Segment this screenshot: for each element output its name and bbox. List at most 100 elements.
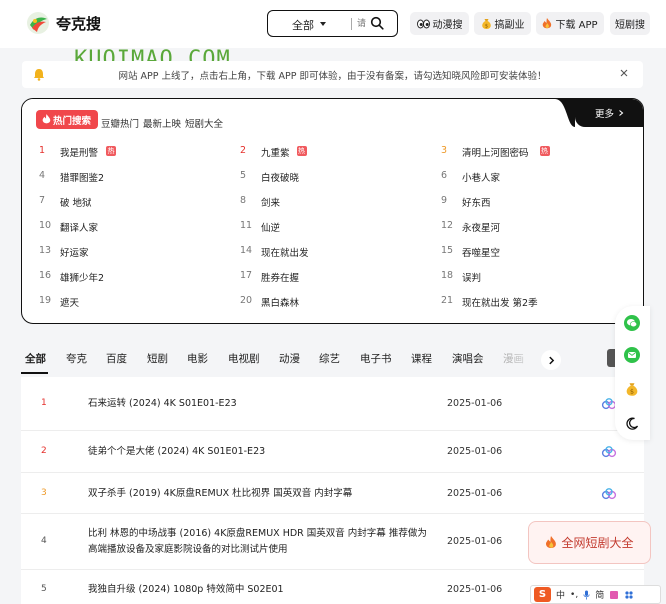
dark-mode-toggle[interactable] bbox=[623, 414, 641, 432]
tab-douban-hot[interactable]: 豆瓣热门 bbox=[101, 116, 139, 130]
result-title-link[interactable]: 我独自升级 (2024) 1080p 特效简中 S02E01 bbox=[88, 582, 428, 598]
microphone-icon[interactable] bbox=[583, 590, 590, 600]
hot-search-item[interactable]: 17 胜券在握 bbox=[240, 270, 430, 284]
short-drama-search-label: 短剧搜 bbox=[615, 20, 645, 31]
tabs-fade-overlay bbox=[504, 344, 544, 372]
cloud-drive-icon[interactable] bbox=[601, 446, 617, 458]
tabs-scroll-handle[interactable] bbox=[607, 349, 615, 367]
active-tab-indicator bbox=[21, 372, 48, 374]
ime-punctuation[interactable]: •, bbox=[570, 590, 578, 600]
promo-label: 全网短剧大全 bbox=[561, 536, 634, 550]
category-tab[interactable]: 夸克 bbox=[66, 351, 87, 366]
short-drama-promo-button[interactable]: 全网短剧大全 bbox=[528, 521, 651, 564]
result-title-link[interactable]: 比利 林恩的中场战事 (2016) 4K原盘REMUX HDR 国英双音 内封字… bbox=[88, 526, 428, 558]
tabs-scroll-next-button[interactable] bbox=[541, 350, 561, 370]
result-date: 2025-01-06 bbox=[447, 584, 503, 595]
category-tab[interactable]: 动漫 bbox=[279, 351, 300, 366]
hot-search-item[interactable]: 16 雄狮少年2 bbox=[39, 270, 229, 284]
hot-search-rank: 2 bbox=[240, 145, 247, 156]
hot-search-item[interactable]: 14 现在就出发 bbox=[240, 245, 430, 259]
close-icon[interactable] bbox=[619, 68, 629, 78]
hot-search-title: 永夜星河 bbox=[462, 223, 501, 234]
hot-search-item[interactable]: 10 翻译人家 bbox=[39, 220, 229, 234]
hot-search-item[interactable]: 20 黑白森林 bbox=[240, 295, 430, 309]
toolbox-icon[interactable] bbox=[624, 590, 634, 600]
caret-down-icon[interactable] bbox=[320, 22, 326, 26]
category-tab[interactable]: 电视剧 bbox=[228, 351, 260, 366]
result-rank: 2 bbox=[41, 446, 47, 456]
hot-search-item[interactable]: 18 误判 bbox=[441, 270, 631, 284]
result-rank: 1 bbox=[41, 398, 47, 408]
tab-latest-release[interactable]: 最新上映 bbox=[143, 116, 181, 130]
hot-search-item[interactable]: 7 破 地狱 bbox=[39, 195, 229, 209]
result-title-link[interactable]: 徒弟个个是大佬 (2024) 4K S01E01-E23 bbox=[88, 444, 428, 460]
hot-search-item[interactable]: 1 我是刑警热 bbox=[39, 145, 229, 159]
tab-short-drama[interactable]: 短剧大全 bbox=[185, 116, 223, 130]
result-date: 2025-01-06 bbox=[447, 398, 503, 409]
hot-tag-badge: 热 bbox=[106, 146, 116, 156]
hot-search-item[interactable]: 9 好东西 bbox=[441, 195, 631, 209]
short-drama-search-button[interactable]: 短剧搜 bbox=[610, 12, 650, 35]
hot-search-item[interactable]: 15 吞噬星空 bbox=[441, 245, 631, 259]
notice-bar: 网站 APP 上线了，点击右上角，下载 APP 即可体验，由于没有备案，请勾选知… bbox=[22, 61, 643, 88]
hot-search-item[interactable]: 21 现在就出发 第2季 bbox=[441, 295, 631, 309]
result-title-link[interactable]: 石来运转 (2024) 4K S01E01-E23 bbox=[88, 396, 428, 412]
category-tab[interactable]: 电影 bbox=[187, 351, 208, 366]
hot-search-item[interactable]: 2 九重紫热 bbox=[240, 145, 430, 159]
sogou-logo-icon[interactable]: S bbox=[534, 587, 551, 602]
result-row[interactable]: 3 双子杀手 (2019) 4K原盘REMUX 杜比视界 国英双音 内封字幕 202… bbox=[21, 473, 644, 514]
category-tab[interactable]: 百度 bbox=[106, 351, 127, 366]
hot-search-item[interactable]: 5 白夜破晓 bbox=[240, 170, 430, 184]
category-tab[interactable]: 全部 bbox=[25, 351, 46, 366]
message-button[interactable] bbox=[623, 346, 641, 364]
result-date: 2025-01-06 bbox=[447, 446, 503, 457]
ime-mode[interactable]: 中 bbox=[556, 588, 565, 601]
more-button-label: 更多 bbox=[594, 109, 614, 120]
money-bag-button[interactable]: $ bbox=[623, 380, 641, 398]
result-date: 2025-01-06 bbox=[447, 536, 503, 547]
hot-search-rank: 21 bbox=[441, 295, 454, 306]
result-title-link[interactable]: 双子杀手 (2019) 4K原盘REMUX 杜比视界 国英双音 内封字幕 bbox=[88, 486, 428, 502]
page: 夸克搜 全部 动漫搜 $ bbox=[0, 0, 666, 604]
hot-search-rank: 10 bbox=[39, 220, 52, 231]
result-row[interactable]: 1 石来运转 (2024) 4K S01E01-E23 2025-01-06 bbox=[21, 377, 644, 431]
moon-icon bbox=[625, 416, 638, 430]
anime-search-label: 动漫搜 bbox=[432, 20, 463, 31]
category-tab[interactable]: 短剧 bbox=[147, 351, 168, 366]
more-button[interactable]: 更多 bbox=[575, 99, 643, 127]
result-row[interactable]: 2 徒弟个个是大佬 (2024) 4K S01E01-E23 2025-01-06 bbox=[21, 431, 644, 473]
cloud-drive-icon[interactable] bbox=[601, 487, 617, 500]
category-tab[interactable]: 课程 bbox=[411, 351, 432, 366]
hot-search-item[interactable]: 6 小巷人家 bbox=[441, 170, 631, 184]
more-tab-corner bbox=[555, 99, 575, 127]
hot-search-item[interactable]: 12 永夜星河 bbox=[441, 220, 631, 234]
category-tab[interactable]: 电子书 bbox=[360, 351, 392, 366]
site-name[interactable]: 夸克搜 bbox=[56, 13, 101, 34]
anime-search-button[interactable]: 动漫搜 bbox=[410, 12, 469, 35]
wechat-button[interactable] bbox=[623, 314, 641, 332]
side-hustle-button[interactable]: $ 搞副业 bbox=[474, 12, 531, 35]
site-logo-icon[interactable] bbox=[26, 11, 50, 35]
hot-search-title: 现在就出发 bbox=[261, 248, 309, 259]
hot-search-item[interactable]: 8 剑来 bbox=[240, 195, 430, 209]
chevron-right-icon bbox=[548, 356, 554, 364]
search-box: 全部 bbox=[267, 10, 398, 37]
search-icon[interactable] bbox=[370, 16, 384, 30]
hot-search-item[interactable]: 11 仙逆 bbox=[240, 220, 430, 234]
category-tab[interactable]: 综艺 bbox=[319, 351, 340, 366]
hot-search-title: 猎罪图鉴2 bbox=[60, 173, 105, 184]
hot-search-item[interactable]: 4 猎罪图鉴2 bbox=[39, 170, 229, 184]
search-category-select[interactable]: 全部 bbox=[292, 17, 314, 33]
category-tab[interactable]: 演唱会 bbox=[452, 351, 484, 366]
hot-search-item[interactable]: 3 清明上河图密码热 bbox=[441, 145, 631, 159]
hot-search-item[interactable]: 13 好运家 bbox=[39, 245, 229, 259]
search-input[interactable] bbox=[357, 15, 371, 31]
skin-icon[interactable] bbox=[609, 590, 619, 600]
download-app-button[interactable]: 下载 APP bbox=[536, 12, 604, 35]
hot-search-item[interactable]: 19 遮天 bbox=[39, 295, 229, 309]
hot-tag-badge: 热 bbox=[539, 146, 550, 156]
hot-search-title: 吞噬星空 bbox=[462, 248, 501, 259]
ime-simplified[interactable]: 简 bbox=[595, 588, 604, 601]
hot-search-title: 现在就出发 第2季 bbox=[462, 298, 538, 309]
hot-search-rank: 14 bbox=[240, 245, 253, 256]
